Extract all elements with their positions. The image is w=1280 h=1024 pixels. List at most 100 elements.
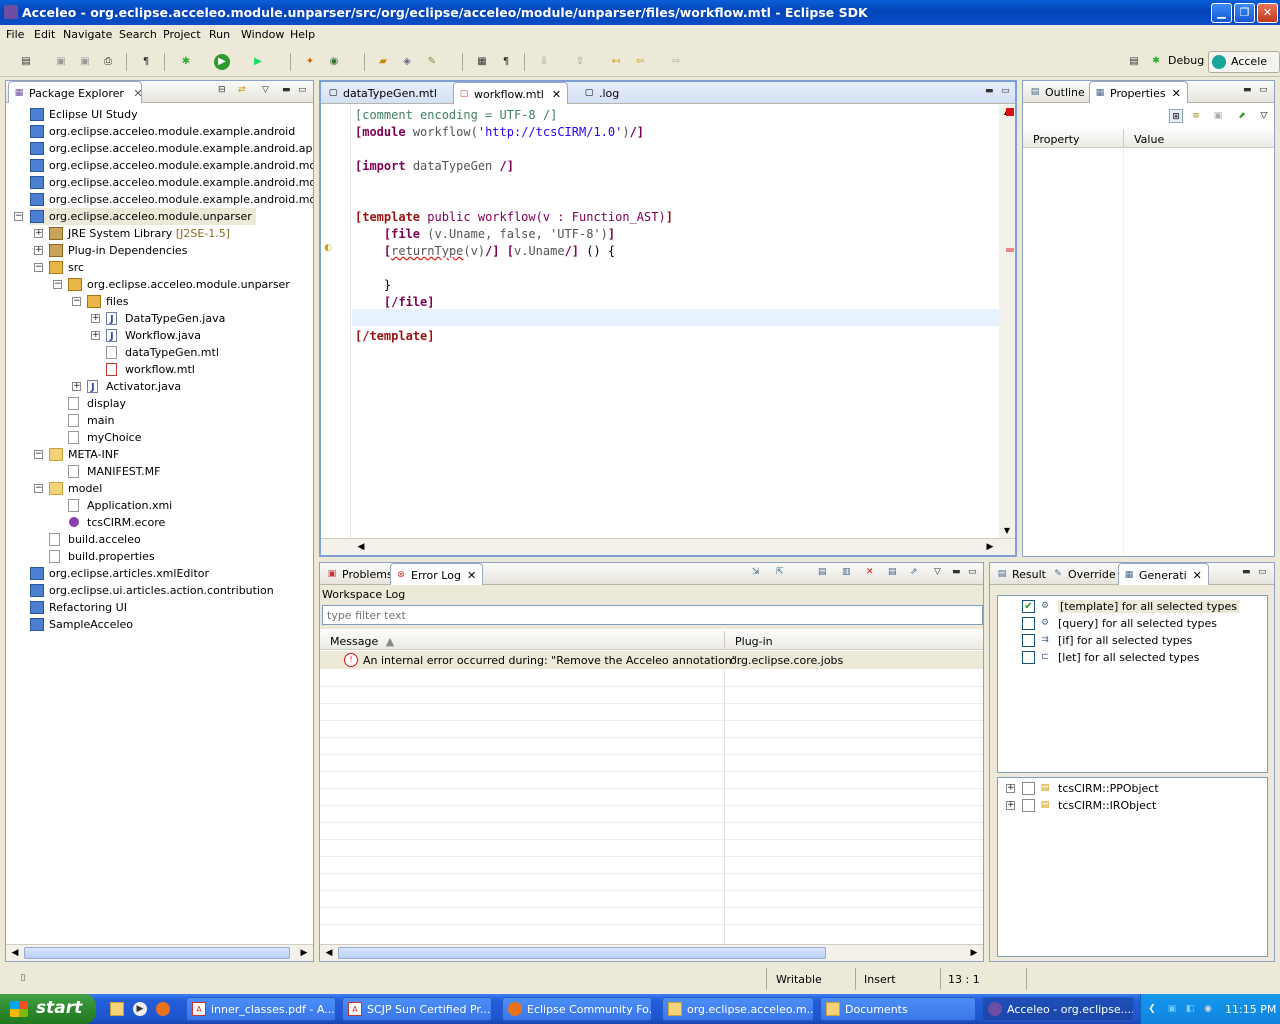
menu-run[interactable]: Run — [209, 28, 230, 41]
block-selection-icon[interactable]: ¶ — [498, 54, 514, 70]
new-java-project-icon[interactable]: ✦ — [302, 54, 318, 70]
tree-item[interactable]: build.properties — [49, 548, 155, 565]
task-documents[interactable]: Documents — [820, 997, 976, 1021]
tree-item[interactable]: dataTypeGen.mtl — [106, 344, 219, 361]
clear-log-icon[interactable]: ▤ — [818, 567, 827, 577]
object-checkbox[interactable] — [1022, 782, 1035, 795]
tree-item[interactable]: org.eclipse.acceleo.module.example.andro… — [30, 191, 313, 208]
import-log-icon[interactable]: ⇱ — [776, 567, 784, 577]
back-icon[interactable]: ⇦ — [632, 54, 648, 70]
tree-item[interactable]: workflow.mtl — [106, 361, 195, 378]
tree-item[interactable]: Workflow.java — [106, 327, 201, 345]
collapse-toggle[interactable]: − — [72, 297, 81, 306]
remove-icon[interactable]: ✕ — [866, 567, 874, 577]
scroll-down-icon[interactable]: ▼ — [1000, 524, 1014, 538]
new-class-icon[interactable]: ◉ — [326, 54, 342, 70]
view-menu-icon[interactable]: ▽ — [1257, 109, 1271, 123]
tab-error-log[interactable]: ⊗ Error Log ✕ — [390, 563, 484, 585]
tray-app-icon[interactable]: ◧ — [1183, 1002, 1197, 1016]
save-all-icon[interactable]: ▣ — [77, 54, 93, 70]
restore-log-icon[interactable]: ⇗ — [910, 567, 918, 577]
tree-item[interactable]: org.eclipse.acceleo.module.example.andro… — [30, 140, 313, 157]
expand-toggle[interactable]: + — [34, 246, 43, 255]
close-tab-icon[interactable]: ✕ — [1193, 569, 1202, 582]
close-tab-icon[interactable]: ✕ — [467, 569, 476, 582]
tab-generation[interactable]: ▦ Generati ✕ — [1118, 563, 1209, 585]
tree-item[interactable]: DataTypeGen.java — [106, 310, 225, 328]
scroll-right-icon[interactable]: ▶ — [297, 946, 311, 960]
maximize-view-icon[interactable]: ▭ — [1001, 86, 1010, 96]
categories-icon[interactable]: ⊞ — [1169, 109, 1183, 123]
toggle-mark-icon[interactable]: ▦ — [474, 54, 490, 70]
template-checkbox[interactable]: ✔ — [1022, 600, 1035, 613]
collapse-all-icon[interactable]: ⊟ — [218, 85, 226, 95]
acceleo-perspective-button[interactable]: Accele — [1208, 51, 1280, 73]
tree-item[interactable]: org.eclipse.ui.articles.action.contribut… — [30, 582, 274, 599]
expand-toggle[interactable]: + — [91, 314, 100, 323]
expand-toggle[interactable]: + — [72, 382, 81, 391]
task-firefox[interactable]: Eclipse Community Fo... — [502, 997, 652, 1021]
view-menu-icon[interactable]: ▽ — [262, 85, 269, 95]
tab-outline[interactable]: ▤ Outline — [1025, 81, 1091, 103]
maximize-view-icon[interactable]: ▭ — [298, 85, 307, 95]
tab-result[interactable]: ▤ Result — [992, 563, 1052, 585]
previous-annotation-icon[interactable]: ⇧ — [572, 54, 588, 70]
menu-search[interactable]: Search — [119, 28, 157, 41]
expand-toggle[interactable]: + — [34, 229, 43, 238]
save-icon[interactable]: ▣ — [53, 54, 69, 70]
tree-item[interactable]: src — [49, 259, 84, 276]
external-tools-icon[interactable]: ▶ — [250, 54, 266, 70]
tree-item[interactable]: Application.xmi — [68, 497, 172, 514]
export-log-icon[interactable]: ⇲ — [752, 567, 760, 577]
tree-item[interactable]: MANIFEST.MF — [68, 463, 160, 480]
volume-icon[interactable]: ◉ — [1201, 1002, 1215, 1016]
tree-item[interactable]: Eclipse UI Study — [30, 106, 138, 123]
tree-item[interactable]: META-INF — [49, 446, 119, 463]
tab-package-explorer[interactable]: ▦ Package Explorer ✕ — [8, 81, 143, 103]
minimize-button[interactable]: ▁ — [1211, 3, 1232, 23]
tree-item[interactable]: JRE System Library [J2SE-1.5] — [49, 225, 230, 242]
tray-expand-icon[interactable]: ❮ — [1145, 1002, 1159, 1016]
menu-file[interactable]: File — [6, 28, 24, 41]
scroll-thumb[interactable] — [24, 947, 290, 959]
scroll-thumb[interactable] — [338, 947, 826, 959]
show-whitespace-icon[interactable]: ¶ — [138, 54, 154, 70]
menu-help[interactable]: Help — [290, 28, 315, 41]
search-icon[interactable]: ✎ — [424, 54, 440, 70]
column-plugin[interactable]: Plug-in — [724, 631, 983, 650]
close-tab-icon[interactable]: ✕ — [133, 87, 142, 100]
forward-icon[interactable]: ⇨ — [668, 54, 684, 70]
close-button[interactable]: ✕ — [1257, 3, 1278, 23]
task-eclipse[interactable]: Acceleo - org.eclipse.... — [982, 997, 1134, 1021]
scroll-right-icon[interactable]: ▶ — [983, 540, 997, 554]
editor-horizontal-scrollbar[interactable]: ◀ ▶ — [321, 538, 1015, 555]
collapse-toggle[interactable]: − — [34, 484, 43, 493]
delete-log-icon[interactable]: ▥ — [842, 567, 851, 577]
tab-workflow-mtl[interactable]: ▢ workflow.mtl ✕ — [453, 82, 569, 104]
open-log-icon[interactable]: ▤ — [888, 567, 897, 577]
expand-toggle[interactable]: + — [1006, 801, 1015, 810]
if-checkbox[interactable] — [1022, 634, 1035, 647]
table-row[interactable]: ! An internal error occurred during: "Re… — [320, 651, 983, 669]
filter-advanced-icon[interactable]: ≡ — [1189, 109, 1203, 123]
start-button[interactable]: start — [0, 994, 96, 1024]
menu-edit[interactable]: Edit — [34, 28, 55, 41]
tree-item[interactable]: Refactoring UI — [30, 599, 127, 616]
expand-toggle[interactable]: + — [91, 331, 100, 340]
tab-problems[interactable]: ▣ Problems — [322, 563, 399, 585]
code-area[interactable]: [comment encoding = UTF-8 /] [module wor… — [352, 105, 999, 538]
tree-item[interactable]: org.eclipse.acceleo.module.example.andro… — [30, 123, 295, 140]
object-checkbox[interactable] — [1022, 799, 1035, 812]
menu-navigate[interactable]: Navigate — [63, 28, 112, 41]
close-tab-icon[interactable]: ✕ — [552, 88, 561, 101]
debug-perspective-button[interactable]: ✱ Debug — [1146, 51, 1210, 73]
let-checkbox[interactable] — [1022, 651, 1035, 664]
maximize-view-icon[interactable]: ▭ — [968, 567, 977, 577]
tree-item[interactable]: org.eclipse.articles.xmlEditor — [30, 565, 209, 582]
view-menu-icon[interactable]: ▽ — [934, 567, 941, 577]
query-checkbox[interactable] — [1022, 617, 1035, 630]
tab-override[interactable]: ✎ Override — [1048, 563, 1122, 585]
menu-project[interactable]: Project — [163, 28, 201, 41]
scroll-left-icon[interactable]: ◀ — [354, 540, 368, 554]
tab-log[interactable]: ▢ .log — [579, 82, 625, 104]
